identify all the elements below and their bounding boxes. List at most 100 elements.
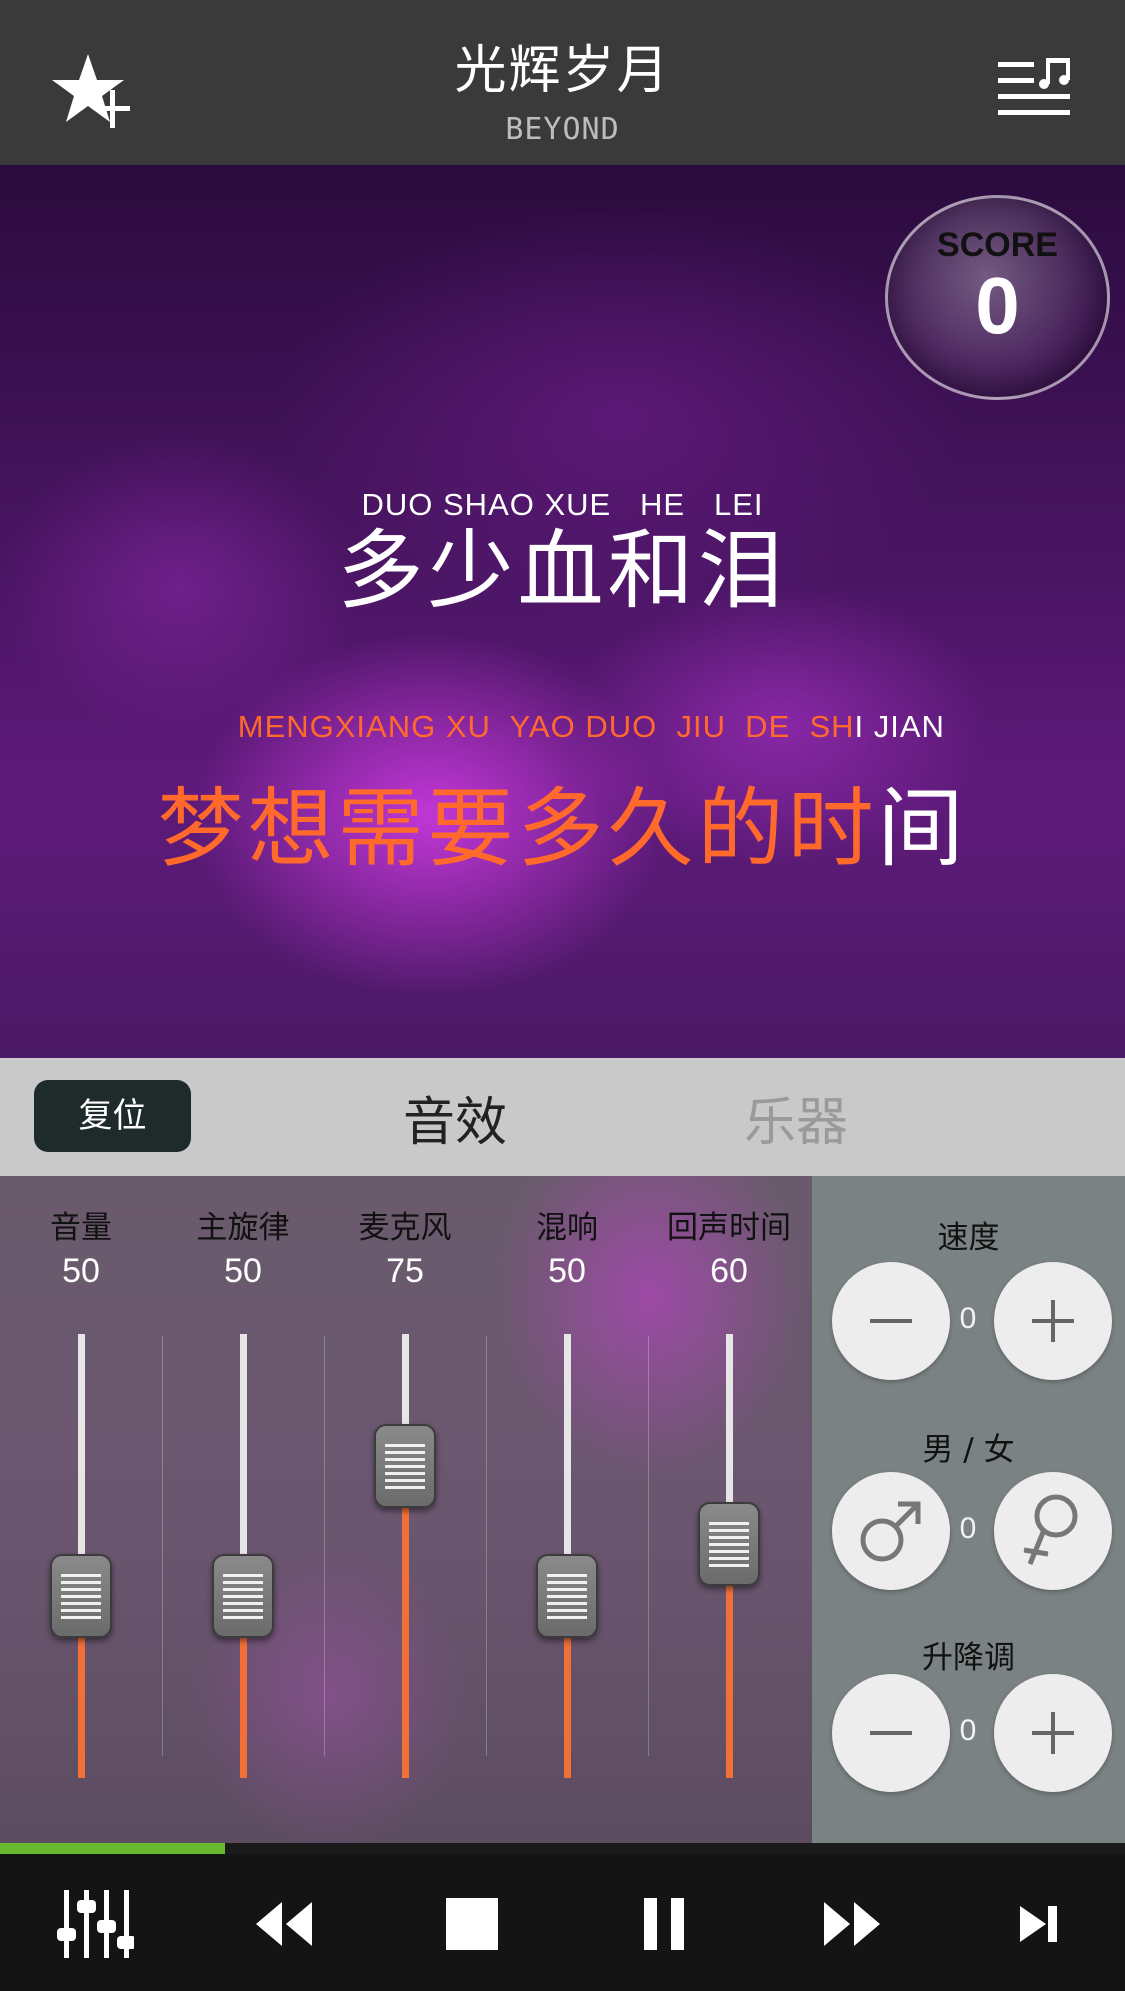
fast-forward-button[interactable] — [812, 1884, 892, 1964]
slider-track-lower — [240, 1628, 247, 1778]
pitch-decrease-button[interactable] — [832, 1674, 950, 1792]
speed-value: 0 — [959, 1302, 977, 1335]
slider-grip-line — [709, 1550, 749, 1553]
playlist-button[interactable] — [994, 56, 1074, 126]
music-list-icon — [998, 58, 1070, 115]
slider-grip-line — [709, 1564, 749, 1567]
song-title: 光辉岁月 — [454, 41, 671, 101]
slider-knob[interactable] — [50, 1554, 112, 1638]
slider-grip-line — [385, 1472, 425, 1475]
slider-track-upper — [564, 1334, 571, 1564]
slider-knob[interactable] — [536, 1554, 598, 1638]
tab-instruments[interactable]: 乐器 — [744, 1080, 848, 1155]
lyric-line-next: MENGXIANG XU YAO DUO JIU DE SHI JIAN 梦想需… — [0, 673, 1125, 877]
channel-microphone: 麦克风 75 — [324, 1176, 486, 1854]
slider-grip-line — [61, 1595, 101, 1598]
slider-track-upper — [78, 1334, 85, 1564]
slider-grip-line — [61, 1616, 101, 1619]
slider-grip-line — [61, 1602, 101, 1605]
slider-grip-line — [223, 1616, 263, 1619]
speed-decrease-button[interactable] — [832, 1262, 950, 1380]
slider-grip-line — [547, 1616, 587, 1619]
voice-controls-panel: 速度 0 男 / 女 0 升降调 0 — [812, 1176, 1125, 1854]
slider-grip-line — [547, 1595, 587, 1598]
slider-grip-line — [61, 1574, 101, 1577]
slider-grip-line — [709, 1529, 749, 1532]
lyric-pinyin-line2: MENGXIANG XU YAO DUO JIU DE SHI JIAN — [0, 673, 1125, 781]
male-symbol-icon — [860, 1501, 921, 1562]
gender-value: 0 — [959, 1512, 977, 1545]
pause-icon — [644, 1898, 684, 1950]
male-voice-button[interactable] — [832, 1472, 950, 1590]
female-voice-button[interactable] — [994, 1472, 1112, 1590]
slider-knob[interactable] — [374, 1424, 436, 1508]
lyric-pinyin: DUO SHAO XUE HE LEI — [361, 487, 764, 522]
slider-grip-line — [223, 1609, 263, 1612]
minus-icon — [870, 1731, 912, 1735]
plus-icon — [1032, 1712, 1074, 1754]
score-value: 0 — [975, 261, 1020, 350]
slider-track-upper — [726, 1334, 733, 1512]
female-symbol-icon — [1023, 1494, 1078, 1565]
slider-grip-line — [385, 1479, 425, 1482]
slider-grip-line — [223, 1574, 263, 1577]
tab-effects[interactable]: 音效 — [403, 1080, 507, 1155]
pitch-increase-button[interactable] — [994, 1674, 1112, 1792]
lyric-pinyin-unsung: I JIAN — [854, 709, 945, 744]
slider-grip-line — [61, 1588, 101, 1591]
channel-label: 主旋律 — [196, 1210, 290, 1246]
slider-grip-line — [385, 1451, 425, 1454]
channel-label: 回声时间 — [667, 1210, 791, 1246]
reset-button[interactable]: 复位 — [34, 1080, 191, 1152]
slider-grip-line — [223, 1588, 263, 1591]
slider-grip-line — [223, 1581, 263, 1584]
channel-volume: 音量 50 — [0, 1176, 162, 1854]
slider-grip-line — [223, 1602, 263, 1605]
channel-label: 音量 — [50, 1210, 112, 1246]
channel-value: 50 — [62, 1252, 100, 1290]
slider-track-lower — [564, 1628, 571, 1778]
stop-button[interactable] — [432, 1884, 512, 1964]
channel-label: 麦克风 — [358, 1210, 452, 1246]
pitch-value: 0 — [959, 1714, 977, 1747]
next-track-button[interactable] — [1000, 1884, 1080, 1964]
song-progress-bar[interactable] — [0, 1843, 1125, 1854]
slider-grip-line — [61, 1581, 101, 1584]
lyric-hanzi: 多少血和泪 — [337, 521, 788, 621]
rewind-button[interactable] — [244, 1884, 324, 1964]
slider-track-lower — [726, 1576, 733, 1778]
pause-button[interactable] — [624, 1884, 704, 1964]
lyric-hanzi-line2: 梦想需要多久的时间 — [0, 781, 1125, 877]
channel-value: 75 — [386, 1252, 424, 1290]
slider-grip-line — [709, 1557, 749, 1560]
channel-value: 60 — [710, 1252, 748, 1290]
slider-track-upper — [240, 1334, 247, 1564]
minus-icon — [870, 1319, 912, 1323]
score-bubble: SCORE 0 — [885, 195, 1110, 400]
stop-icon — [446, 1898, 498, 1950]
speed-label: 速度 — [937, 1220, 1000, 1256]
mixer-panel: 音量 50 主旋律 50 麦克风 75 混响 50 回声时间 60 — [0, 1176, 812, 1854]
slider-grip-line — [547, 1574, 587, 1577]
lyric-hanzi-sung: 梦想需要多久的时 — [157, 779, 878, 879]
next-track-icon — [1020, 1906, 1057, 1942]
channel-melody: 主旋律 50 — [162, 1176, 324, 1854]
lyrics-stage: SCORE 0 DUO SHAO XUE HE LEI 多少血和泪 MENGXI… — [0, 165, 1125, 1058]
slider-grip-line — [709, 1536, 749, 1539]
slider-grip-line — [223, 1595, 263, 1598]
slider-grip-line — [709, 1543, 749, 1546]
slider-grip-line — [547, 1581, 587, 1584]
equalizer-button[interactable] — [54, 1884, 136, 1964]
slider-grip-line — [61, 1609, 101, 1612]
slider-grip-line — [385, 1444, 425, 1447]
slider-grip-line — [547, 1602, 587, 1605]
plus-icon — [1032, 1300, 1074, 1342]
lyric-line-current: DUO SHAO XUE HE LEI 多少血和泪 — [0, 487, 1125, 619]
transport-bar — [0, 1854, 1125, 1991]
slider-knob[interactable] — [698, 1502, 760, 1586]
speed-increase-button[interactable] — [994, 1262, 1112, 1380]
slider-track-upper — [402, 1334, 409, 1434]
pitch-label: 升降调 — [922, 1640, 1015, 1676]
song-progress-fill — [0, 1843, 225, 1854]
slider-knob[interactable] — [212, 1554, 274, 1638]
